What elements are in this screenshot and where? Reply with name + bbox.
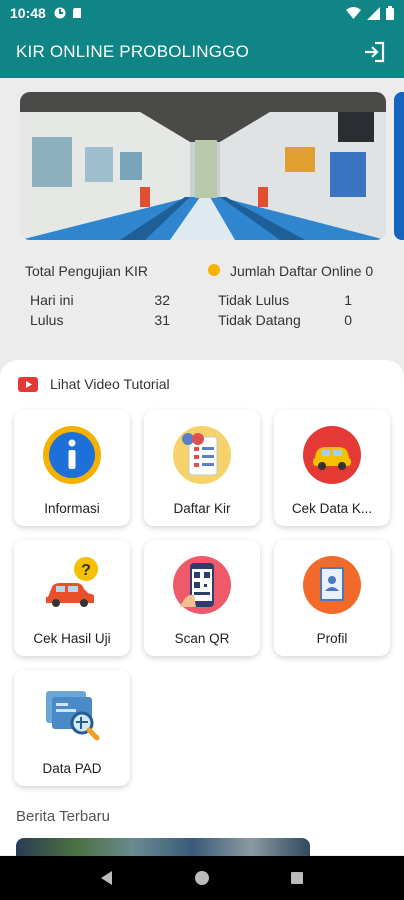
news-thumbnail[interactable] xyxy=(16,838,310,856)
menu-cek-hasil-uji[interactable]: ? Cek Hasil Uji xyxy=(14,540,130,656)
menu-informasi[interactable]: Informasi xyxy=(14,410,130,526)
banner-next-slide[interactable] xyxy=(394,92,404,240)
tidak-datang-label: Tidak Datang xyxy=(218,312,301,328)
banner-image xyxy=(20,92,386,240)
signal-icon xyxy=(367,6,380,20)
online-indicator-dot xyxy=(208,264,220,276)
video-tutorial-label: Lihat Video Tutorial xyxy=(50,376,170,392)
sd-card-icon xyxy=(72,8,81,18)
lulus-label: Lulus xyxy=(30,312,64,328)
menu-cek-data-kendaraan[interactable]: Cek Data K... xyxy=(274,410,390,526)
system-nav-bar xyxy=(0,856,404,900)
menu-label: Scan QR xyxy=(174,631,230,646)
menu-label: Informasi xyxy=(44,501,100,516)
hari-ini-value: 32 xyxy=(154,292,170,308)
status-bar: 10:48 xyxy=(0,0,404,26)
svg-text:?: ? xyxy=(81,562,91,579)
online-count-label: Jumlah Daftar Online 0 xyxy=(230,263,374,279)
menu-label: Daftar Kir xyxy=(173,501,231,516)
app-bar: KIR ONLINE PROBOLINGGO xyxy=(0,26,404,78)
status-time: 10:48 xyxy=(10,5,46,21)
info-icon xyxy=(43,426,101,484)
menu-label: Profil xyxy=(316,631,348,646)
car-icon xyxy=(303,426,361,484)
menu-scan-qr[interactable]: Scan QR xyxy=(144,540,260,656)
youtube-icon xyxy=(18,376,38,392)
qr-scan-icon xyxy=(173,556,231,614)
lulus-value: 31 xyxy=(154,312,170,328)
total-pengujian-label: Total Pengujian KIR xyxy=(25,263,148,279)
app-title: KIR ONLINE PROBOLINGGO xyxy=(16,42,250,61)
tidak-datang-value: 0 xyxy=(344,312,352,328)
logout-button[interactable] xyxy=(360,38,388,66)
data-saver-icon xyxy=(54,7,66,19)
menu-label: Data PAD xyxy=(42,761,102,776)
tidak-lulus-value: 1 xyxy=(344,292,352,308)
hari-ini-label: Hari ini xyxy=(30,292,74,308)
back-icon[interactable] xyxy=(99,870,115,886)
home-icon[interactable] xyxy=(194,870,210,886)
video-tutorial-link[interactable]: Lihat Video Tutorial xyxy=(18,376,170,392)
battery-icon xyxy=(386,6,394,20)
stats-panel: Total Pengujian KIR Jumlah Daftar Online… xyxy=(0,255,404,365)
tidak-lulus-label: Tidak Lulus xyxy=(218,292,290,308)
menu-profil[interactable]: Profil xyxy=(274,540,390,656)
registration-form-icon xyxy=(173,426,231,484)
logout-icon xyxy=(365,41,385,63)
menu-data-pad[interactable]: Data PAD xyxy=(14,670,130,786)
menu-panel: Lihat Video Tutorial Informasi Daftar Ki… xyxy=(0,360,404,856)
data-search-icon xyxy=(46,691,100,741)
news-section-title: Berita Terbaru xyxy=(16,808,110,825)
banner-carousel[interactable] xyxy=(20,92,386,240)
menu-label: Cek Data K... xyxy=(291,501,373,516)
car-question-icon: ? xyxy=(46,557,98,607)
menu-daftar-kir[interactable]: Daftar Kir xyxy=(144,410,260,526)
recents-icon[interactable] xyxy=(289,870,305,886)
menu-label: Cek Hasil Uji xyxy=(33,631,111,646)
wifi-icon xyxy=(346,6,361,19)
profile-book-icon xyxy=(303,556,361,614)
